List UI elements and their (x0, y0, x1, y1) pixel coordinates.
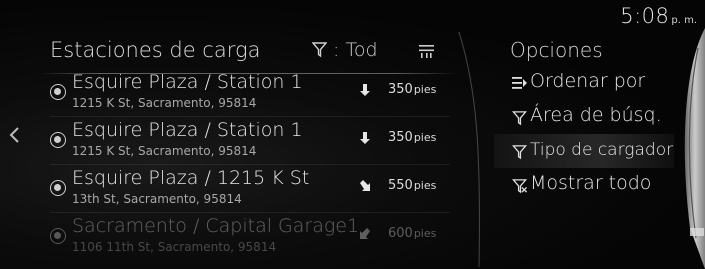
filter-button[interactable]: : Tod (311, 39, 378, 61)
options-panel: Opciones Ordenar por Área de búsq. Tipo … (494, 30, 694, 269)
distance-unit: pies (413, 83, 437, 96)
station-distance: 350pies (388, 82, 436, 97)
station-address: 13th St, Sacramento, 95814 (72, 192, 242, 206)
filter-icon (311, 42, 328, 58)
option-label: Ordenar por (530, 70, 646, 92)
station-distance: 350pies (388, 130, 436, 145)
station-name: Esquire Plaza / Station 1 (72, 71, 303, 93)
direction-arrow-south-icon (360, 132, 370, 144)
clock-time: 5:08 (620, 4, 670, 28)
filter-icon (512, 111, 527, 126)
direction-arrow-south-icon (360, 84, 370, 96)
direction-arrow-southeast-icon (360, 180, 370, 191)
panel-header: Estaciones de carga : Tod (30, 35, 460, 74)
distance-unit: pies (413, 179, 437, 192)
option-search-area[interactable]: Área de búsq. (494, 100, 674, 134)
distance-unit: pies (413, 131, 437, 144)
station-distance: 550pies (388, 178, 436, 193)
commander-knob-graphic (684, 28, 705, 269)
option-show-all[interactable]: Mostrar todo (494, 168, 674, 202)
list-item[interactable]: Esquire Plaza / Station 1 1215 K St, Sac… (30, 117, 460, 165)
distance-unit: pies (413, 227, 437, 240)
filter-clear-icon (512, 179, 528, 194)
list-item[interactable]: Esquire Plaza / 1215 K St 13th St, Sacra… (30, 165, 460, 213)
distance-value: 550 (388, 178, 413, 193)
charging-station-icon (50, 84, 66, 100)
panel-divider (458, 31, 480, 268)
station-address: 1106 11th St, Sacramento, 95814 (72, 240, 277, 254)
station-address: 1215 K St, Sacramento, 95814 (72, 96, 257, 110)
direction-arrow-southwest-icon (360, 228, 370, 239)
distance-value: 350 (388, 130, 413, 145)
station-distance: 600pies (388, 226, 436, 241)
option-charger-type[interactable]: Tipo de cargador (494, 134, 674, 168)
station-name: Sacramento / Capital Garage1 (72, 215, 360, 237)
option-sort-by[interactable]: Ordenar por (494, 66, 674, 100)
list-item[interactable]: Esquire Plaza / Station 1 1215 K St, Sac… (30, 69, 460, 117)
scroll-left-button[interactable] (6, 123, 24, 147)
sort-list-icon (419, 45, 434, 58)
option-label: Mostrar todo (530, 172, 652, 194)
options-title: Opciones (510, 38, 603, 62)
distance-value: 600 (388, 226, 413, 241)
option-label: Área de búsq. (530, 104, 662, 126)
option-label: Tipo de cargador (530, 140, 674, 160)
sort-icon (512, 77, 527, 89)
filter-icon (512, 145, 527, 160)
station-name: Esquire Plaza / 1215 K St (72, 167, 310, 189)
sort-list-button[interactable] (418, 43, 436, 63)
distance-value: 350 (388, 82, 413, 97)
charging-station-icon (50, 132, 66, 148)
panel-title: Estaciones de carga (50, 38, 261, 62)
charging-station-icon (50, 180, 66, 196)
list-item[interactable]: Sacramento / Capital Garage1 1106 11th S… (30, 213, 460, 261)
station-name: Esquire Plaza / Station 1 (72, 119, 303, 141)
charging-stations-panel: Estaciones de carga : Tod Esquire Plaza … (30, 30, 460, 269)
navigation-screen: 5:08 p. m. Estaciones de carga : Tod Esq… (0, 0, 705, 269)
charging-station-icon (50, 228, 66, 244)
chevron-left-icon (9, 127, 19, 143)
status-bar: 5:08 p. m. (620, 4, 697, 30)
station-address: 1215 K St, Sacramento, 95814 (72, 144, 257, 158)
clock-ampm: p. m. (671, 15, 697, 26)
filter-value: : Tod (333, 39, 378, 61)
